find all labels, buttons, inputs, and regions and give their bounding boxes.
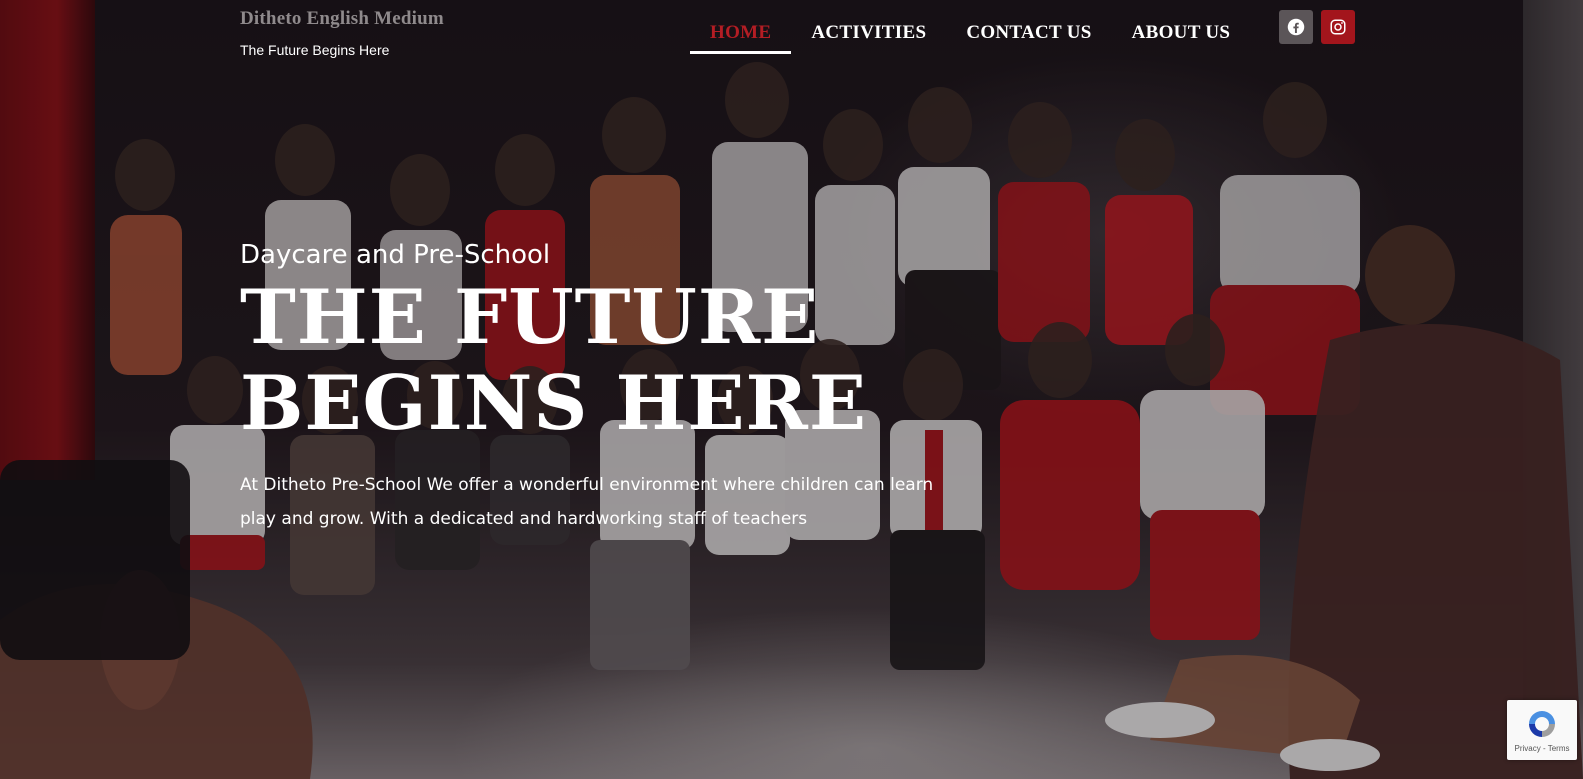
social-links (1279, 10, 1355, 44)
recaptcha-links[interactable]: Privacy - Terms (1515, 744, 1570, 753)
nav-item-contact-us[interactable]: CONTACT US (946, 16, 1111, 54)
facebook-icon (1287, 18, 1305, 36)
recaptcha-icon (1529, 711, 1555, 737)
recaptcha-badge[interactable]: Privacy - Terms (1507, 700, 1577, 760)
instagram-icon (1330, 19, 1346, 35)
site-header: Ditheto English Medium The Future Begins… (0, 0, 1583, 60)
nav-item-home[interactable]: HOME (690, 16, 792, 54)
instagram-button[interactable] (1321, 10, 1355, 44)
site-title[interactable]: Ditheto English Medium (240, 8, 444, 30)
nav-item-about-us[interactable]: ABOUT US (1112, 16, 1251, 54)
main-nav: HOME ACTIVITIES CONTACT US ABOUT US (690, 16, 1250, 54)
hero-description: At Ditheto Pre-School We offer a wonderf… (240, 475, 934, 529)
nav-item-activities[interactable]: ACTIVITIES (791, 16, 946, 54)
hero-heading-line-1: THE FUTURE (240, 273, 820, 361)
site-tagline: The Future Begins Here (240, 42, 390, 58)
hero-heading-line-2: BEGINS HERE (240, 359, 868, 447)
hero-subtitle: Daycare and Pre-School (240, 240, 551, 270)
hero-content: Daycare and Pre-School THE FUTURE BEGINS… (240, 240, 1000, 536)
hero-heading: THE FUTURE BEGINS HERE (240, 274, 1000, 446)
facebook-button[interactable] (1279, 10, 1313, 44)
